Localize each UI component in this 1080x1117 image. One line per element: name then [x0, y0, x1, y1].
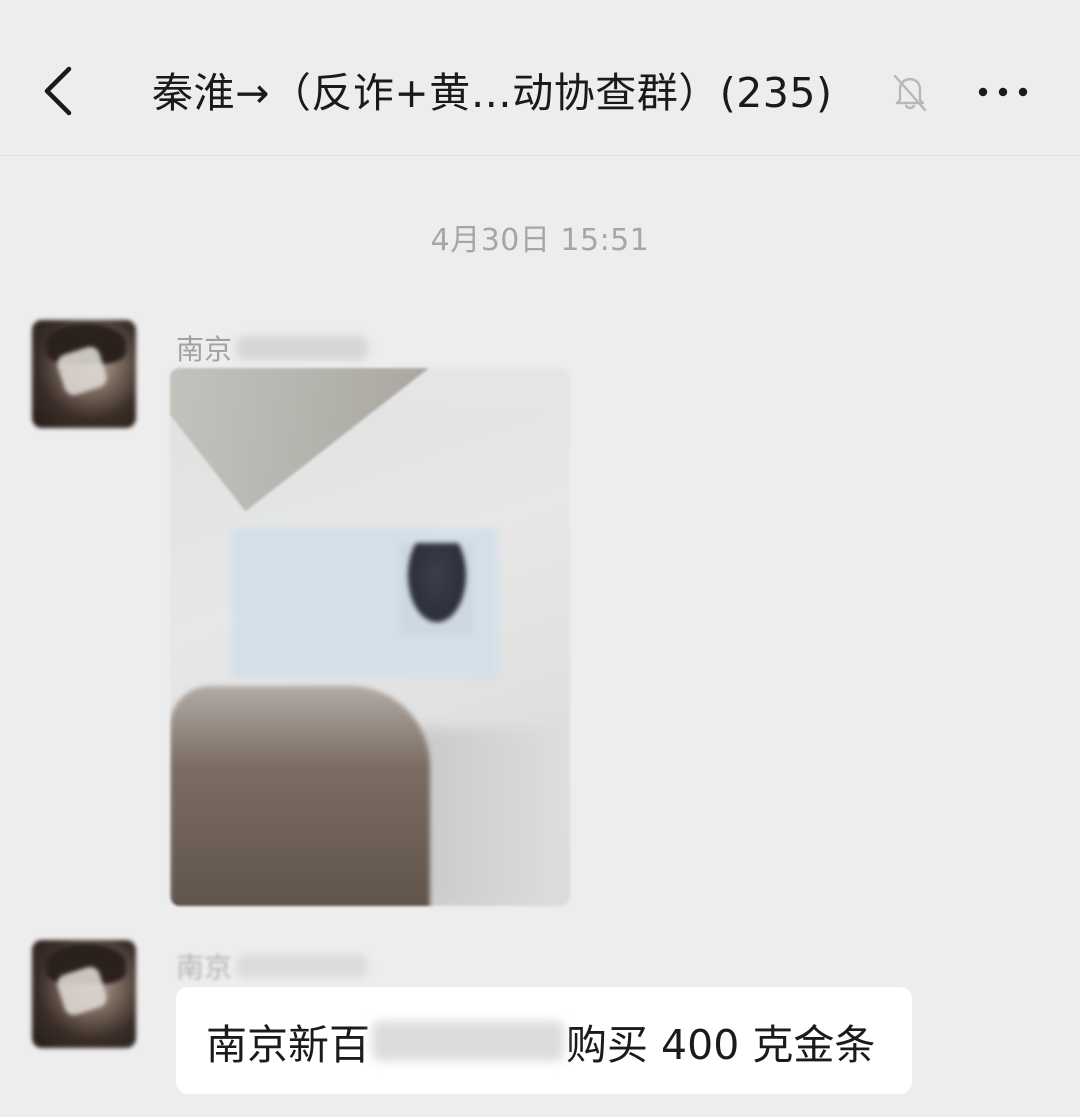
sender-name-visible: 南京 [176, 333, 233, 366]
redacted-name [236, 954, 369, 978]
more-options-button[interactable] [968, 66, 1038, 118]
chat-header: 秦淮→（反诈+黄…动协查群）(235) [0, 0, 1080, 156]
sender-name: 南京 [176, 328, 369, 368]
image-message[interactable] [170, 368, 570, 906]
redacted-text [372, 1020, 564, 1061]
chat-title: 秦淮→（反诈+黄…动协查群）(235) [152, 69, 833, 117]
bell-off-icon [888, 70, 932, 114]
message-text-end: 购买 400 克金条 [566, 1020, 876, 1069]
sender-name-visible: 南京 [176, 951, 233, 984]
back-button[interactable] [28, 58, 88, 124]
message-text-start: 南京新百 [206, 1020, 370, 1069]
text-message[interactable]: 南京新百 购买 400 克金条 [176, 987, 912, 1094]
avatar[interactable] [32, 940, 136, 1048]
avatar[interactable] [32, 320, 136, 428]
more-dots-icon [978, 87, 1028, 97]
message-timestamp: 4月30日 15:51 [430, 223, 650, 258]
redacted-name [236, 336, 369, 360]
chevron-left-icon [44, 66, 72, 116]
sender-name: 南京 [176, 946, 369, 986]
